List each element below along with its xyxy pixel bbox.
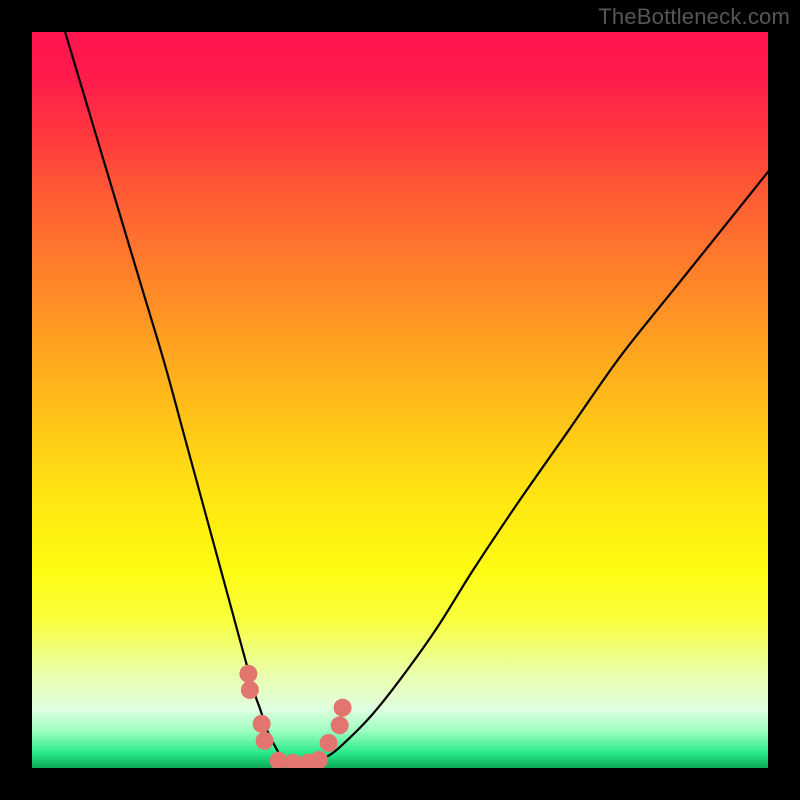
plot-area bbox=[32, 32, 768, 768]
valley-marker bbox=[334, 699, 352, 717]
valley-marker bbox=[256, 732, 274, 750]
curve-svg bbox=[32, 32, 768, 768]
valley-marker bbox=[239, 665, 257, 683]
valley-marker bbox=[253, 715, 271, 733]
chart-frame: TheBottleneck.com bbox=[0, 0, 800, 800]
valley-marker bbox=[241, 681, 259, 699]
bottleneck-curve bbox=[32, 32, 768, 764]
valley-marker bbox=[320, 734, 338, 752]
watermark-text: TheBottleneck.com bbox=[598, 4, 790, 30]
valley-marker bbox=[331, 716, 349, 734]
valley-marker bbox=[310, 751, 328, 768]
